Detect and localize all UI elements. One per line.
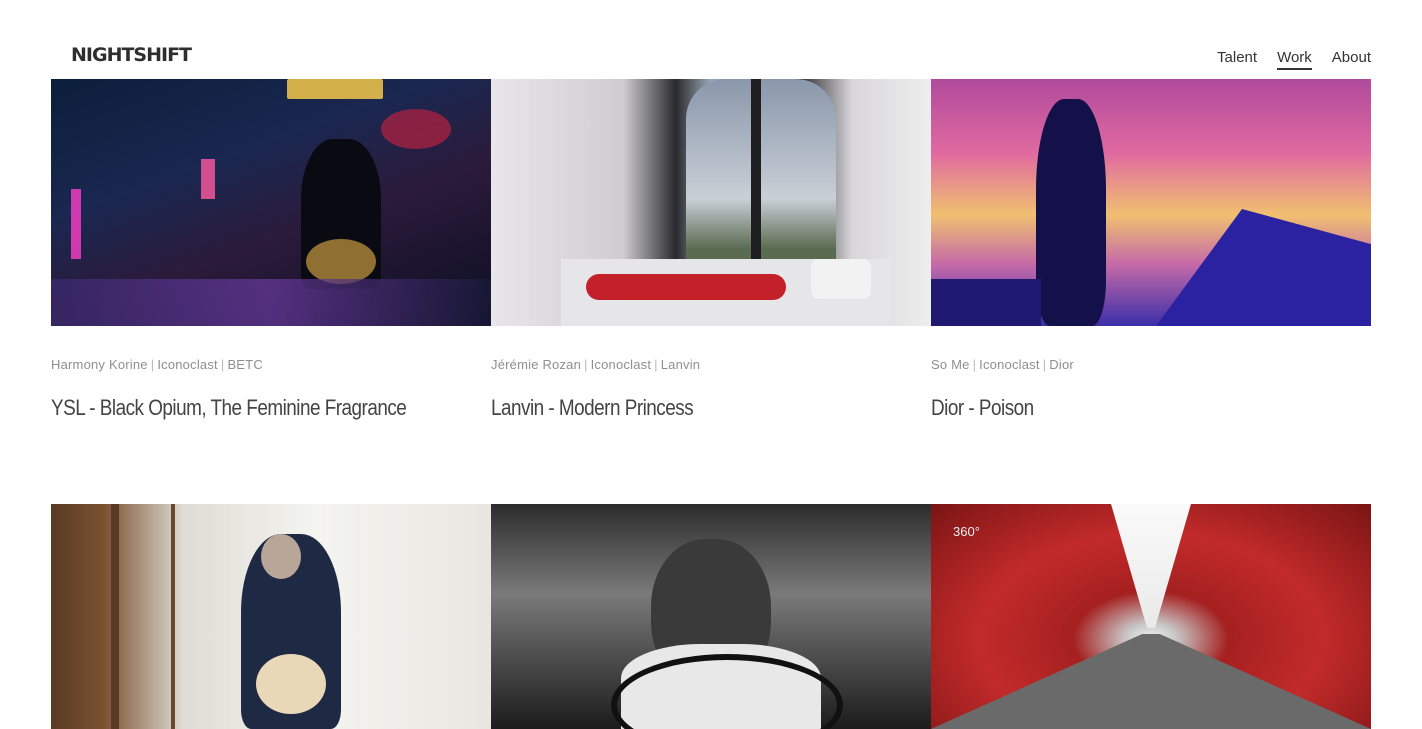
- main-nav: Talent Work About: [1217, 49, 1371, 70]
- logo[interactable]: NIGHTSHIFT: [71, 44, 192, 66]
- project-card: Jérémie Rozan | Iconoclast | Lanvin Lanvin -…: [491, 79, 931, 421]
- nav-about[interactable]: About: [1332, 49, 1371, 70]
- project-thumbnail-car[interactable]: [491, 504, 931, 729]
- project-credits: Jérémie Rozan | Iconoclast | Lanvin: [491, 357, 701, 372]
- credit-client[interactable]: Dior: [1049, 357, 1074, 372]
- project-credits: So Me | Iconoclast | Dior: [931, 357, 1074, 372]
- project-thumbnail-shoji[interactable]: [51, 504, 491, 729]
- project-title[interactable]: Lanvin - Modern Princess: [491, 395, 869, 421]
- site-header: NIGHTSHIFT Talent Work About: [0, 0, 1422, 79]
- project-title[interactable]: Dior - Poison: [931, 395, 1309, 421]
- work-grid-row-2: 360°: [51, 504, 1371, 729]
- project-card: [491, 504, 931, 729]
- 360-badge: 360°: [953, 524, 980, 539]
- project-credits: Harmony Korine | Iconoclast | BETC: [51, 357, 263, 372]
- project-title[interactable]: YSL - Black Opium, The Feminine Fragranc…: [51, 395, 429, 421]
- credit-director[interactable]: So Me: [931, 357, 970, 372]
- credit-client[interactable]: Lanvin: [661, 357, 701, 372]
- credit-director[interactable]: Jérémie Rozan: [491, 357, 581, 372]
- credit-agency[interactable]: Iconoclast: [591, 357, 652, 372]
- credit-client[interactable]: BETC: [227, 357, 262, 372]
- project-thumbnail-dior[interactable]: [931, 79, 1371, 326]
- credit-agency[interactable]: Iconoclast: [157, 357, 218, 372]
- credit-agency[interactable]: Iconoclast: [979, 357, 1040, 372]
- credit-director[interactable]: Harmony Korine: [51, 357, 148, 372]
- project-card: Harmony Korine | Iconoclast | BETC YSL - Bla…: [51, 79, 491, 421]
- project-thumbnail-lanvin[interactable]: [491, 79, 931, 326]
- nav-work[interactable]: Work: [1277, 49, 1312, 70]
- work-grid-row-1: Harmony Korine | Iconoclast | BETC YSL - Bla…: [51, 79, 1371, 421]
- project-card: So Me | Iconoclast | Dior Dior - Poison: [931, 79, 1371, 421]
- project-card: 360°: [931, 504, 1371, 729]
- nav-talent[interactable]: Talent: [1217, 49, 1257, 70]
- project-thumbnail-tunnel[interactable]: 360°: [931, 504, 1371, 729]
- project-card: [51, 504, 491, 729]
- project-thumbnail-ysl[interactable]: [51, 79, 491, 326]
